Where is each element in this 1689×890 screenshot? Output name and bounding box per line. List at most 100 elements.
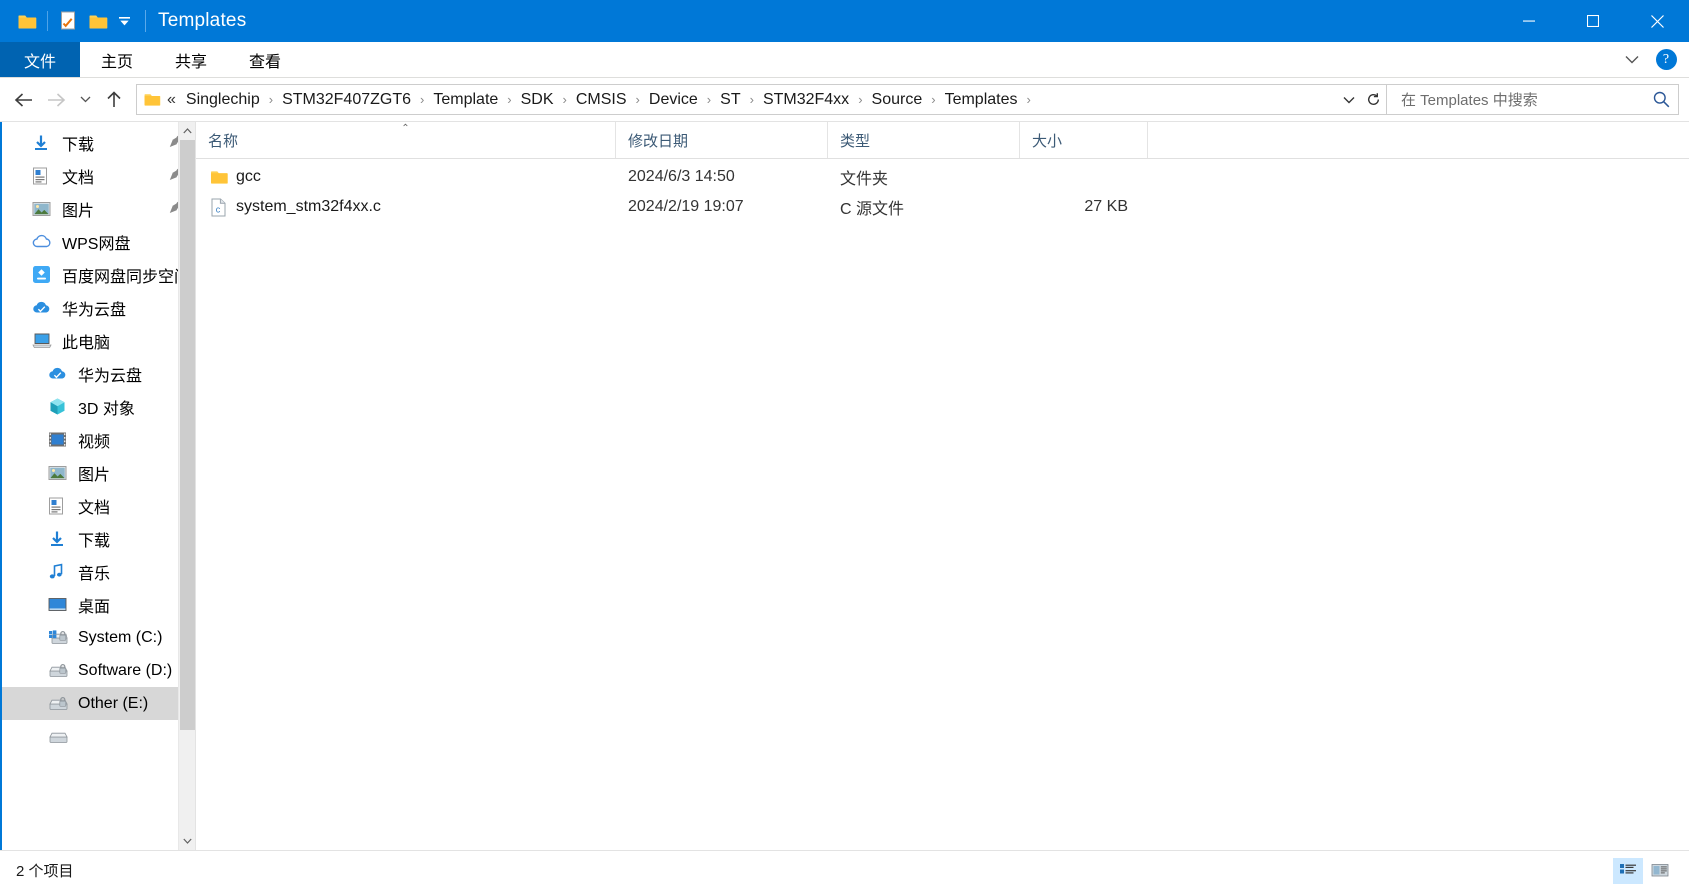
- toolbar-divider: [47, 11, 48, 31]
- search-box[interactable]: 在 Templates 中搜索: [1387, 84, 1679, 115]
- table-row[interactable]: gcc 2024/6/3 14:50 文件夹: [196, 162, 1689, 192]
- sidebar-item-videos[interactable]: 视频: [2, 423, 195, 456]
- breadcrumb-item-template[interactable]: Template: [429, 89, 502, 111]
- chevron-down-icon[interactable]: [1615, 43, 1649, 77]
- breadcrumb-separator-icon[interactable]: ›: [264, 92, 278, 107]
- scrollbar-thumb[interactable]: [180, 140, 195, 730]
- properties-icon[interactable]: [53, 6, 83, 36]
- sidebar-item-this-pc[interactable]: 此电脑: [2, 324, 195, 357]
- sidebar-item-baidu-netdisk[interactable]: 百度网盘同步空间: [2, 258, 195, 291]
- sidebar-item-huawei-cloud[interactable]: 华为云盘: [2, 291, 195, 324]
- title-divider: [145, 10, 146, 32]
- scroll-up-arrow-icon[interactable]: [179, 122, 195, 140]
- drive-locked-icon: [48, 728, 72, 745]
- sidebar-item-pictures-quick[interactable]: 图片: [2, 192, 195, 225]
- search-input[interactable]: 在 Templates 中搜索: [1387, 89, 1644, 110]
- forward-button[interactable]: [40, 84, 72, 116]
- sidebar-item-system-c[interactable]: System (C:): [2, 621, 195, 654]
- tab-file[interactable]: 文件: [0, 42, 80, 77]
- navigation-list: 下载 文档 图片 WPS网盘 百度网盘同步空间 华为云盘 此电脑 华为云盘 3D…: [2, 122, 195, 753]
- customize-toolbar-caret-icon[interactable]: [113, 6, 135, 36]
- column-header-name[interactable]: ⌃ 名称: [196, 122, 616, 158]
- breadcrumb-separator-icon[interactable]: ›: [1022, 92, 1036, 107]
- refresh-icon[interactable]: [1361, 85, 1386, 114]
- sidebar-item-documents-quick[interactable]: 文档: [2, 159, 195, 192]
- sidebar-item-label: 此电脑: [62, 334, 111, 352]
- file-size-cell: 27 KB: [1084, 198, 1128, 215]
- breadcrumb-item-stm32f4xx[interactable]: STM32F4xx: [759, 89, 853, 111]
- column-header-type[interactable]: 类型: [828, 122, 1020, 158]
- breadcrumb-item-singlechip[interactable]: Singlechip: [182, 89, 264, 111]
- column-headers: ⌃ 名称 修改日期 类型 大小: [196, 122, 1689, 159]
- breadcrumb-item-templates[interactable]: Templates: [941, 89, 1022, 111]
- details-view-button[interactable]: [1613, 857, 1643, 884]
- breadcrumb-separator-icon[interactable]: ›: [926, 92, 940, 107]
- folder-icon[interactable]: [12, 6, 42, 36]
- breadcrumb-separator-icon[interactable]: ›: [631, 92, 645, 107]
- sidebar-item-documents[interactable]: 文档: [2, 489, 195, 522]
- new-folder-icon[interactable]: [83, 6, 113, 36]
- tab-home[interactable]: 主页: [80, 42, 154, 77]
- tab-share[interactable]: 共享: [154, 42, 228, 77]
- file-date-cell: 2024/2/19 19:07: [628, 198, 744, 215]
- sidebar-item-label: Software (D:): [78, 661, 173, 679]
- sidebar-item-label: 3D 对象: [78, 400, 135, 418]
- recent-locations-button[interactable]: [72, 84, 98, 116]
- breadcrumb-overflow-icon[interactable]: «: [163, 91, 182, 109]
- navigation-scrollbar[interactable]: [178, 122, 195, 850]
- breadcrumb-separator-icon[interactable]: ›: [702, 92, 716, 107]
- search-icon[interactable]: [1644, 91, 1678, 108]
- sidebar-item-downloads-quick[interactable]: 下载: [2, 126, 195, 159]
- breadcrumb-item-sdk[interactable]: SDK: [517, 89, 558, 111]
- sidebar-item-desktop[interactable]: 桌面: [2, 588, 195, 621]
- drive-locked-icon: [48, 695, 72, 712]
- videos-icon: [48, 431, 72, 448]
- breadcrumb-separator-icon[interactable]: ›: [502, 92, 516, 107]
- large-icons-view-button[interactable]: [1645, 858, 1675, 884]
- minimize-button[interactable]: [1497, 0, 1561, 42]
- column-header-size[interactable]: 大小: [1020, 122, 1148, 158]
- drive-locked-icon: [48, 662, 72, 679]
- breadcrumb-separator-icon[interactable]: ›: [415, 92, 429, 107]
- sidebar-item-3d-objects[interactable]: 3D 对象: [2, 390, 195, 423]
- sidebar-item-music[interactable]: 音乐: [2, 555, 195, 588]
- sidebar-item-downloads[interactable]: 下载: [2, 522, 195, 555]
- address-bar: « Singlechip › STM32F407ZGT6 › Template …: [0, 78, 1689, 121]
- sidebar-item-software-d[interactable]: Software (D:): [2, 654, 195, 687]
- sidebar-item-huawei-cloud-pc[interactable]: 华为云盘: [2, 357, 195, 390]
- tab-view[interactable]: 查看: [228, 42, 302, 77]
- help-button[interactable]: ?: [1649, 43, 1683, 77]
- scroll-down-arrow-icon[interactable]: [179, 832, 195, 850]
- this-pc-icon: [32, 332, 56, 349]
- navigation-pane: 下载 文档 图片 WPS网盘 百度网盘同步空间 华为云盘 此电脑 华为云盘 3D…: [0, 122, 196, 850]
- view-toggle-group: [1613, 857, 1685, 884]
- window-title: Templates: [158, 10, 247, 31]
- up-button[interactable]: [98, 84, 130, 116]
- breadcrumb-separator-icon[interactable]: ›: [745, 92, 759, 107]
- sidebar-item-label: System (C:): [78, 628, 163, 646]
- sidebar-item-label: 华为云盘: [62, 301, 127, 319]
- sidebar-item-pictures[interactable]: 图片: [2, 456, 195, 489]
- back-button[interactable]: [8, 84, 40, 116]
- breadcrumb-item-cmsis[interactable]: CMSIS: [572, 89, 631, 111]
- address-dropdown-icon[interactable]: [1336, 85, 1361, 114]
- breadcrumb-separator-icon[interactable]: ›: [853, 92, 867, 107]
- breadcrumb-item-st[interactable]: ST: [716, 89, 744, 111]
- item-count-label: 2 个项目: [16, 863, 74, 880]
- breadcrumb[interactable]: « Singlechip › STM32F407ZGT6 › Template …: [136, 84, 1387, 115]
- download-icon: [48, 530, 72, 548]
- sidebar-item-label: 华为云盘: [78, 367, 143, 385]
- maximize-button[interactable]: [1561, 0, 1625, 42]
- close-button[interactable]: [1625, 0, 1689, 42]
- breadcrumb-item-stm32f407zgt6[interactable]: STM32F407ZGT6: [278, 89, 415, 111]
- breadcrumb-item-device[interactable]: Device: [645, 89, 702, 111]
- sidebar-item-partial[interactable]: [2, 720, 195, 753]
- breadcrumb-item-source[interactable]: Source: [868, 89, 927, 111]
- file-explorer-window: Templates 文件 主页 共享 查看 ? « Singlechip › S…: [0, 0, 1689, 890]
- sidebar-item-wps-cloud[interactable]: WPS网盘: [2, 225, 195, 258]
- ribbon-tab-bar: 文件 主页 共享 查看 ?: [0, 42, 1689, 78]
- sidebar-item-other-e[interactable]: Other (E:): [2, 687, 195, 720]
- column-header-date-modified[interactable]: 修改日期: [616, 122, 828, 158]
- table-row[interactable]: c system_stm32f4xx.c 2024/2/19 19:07 C 源…: [196, 192, 1689, 222]
- breadcrumb-separator-icon[interactable]: ›: [558, 92, 572, 107]
